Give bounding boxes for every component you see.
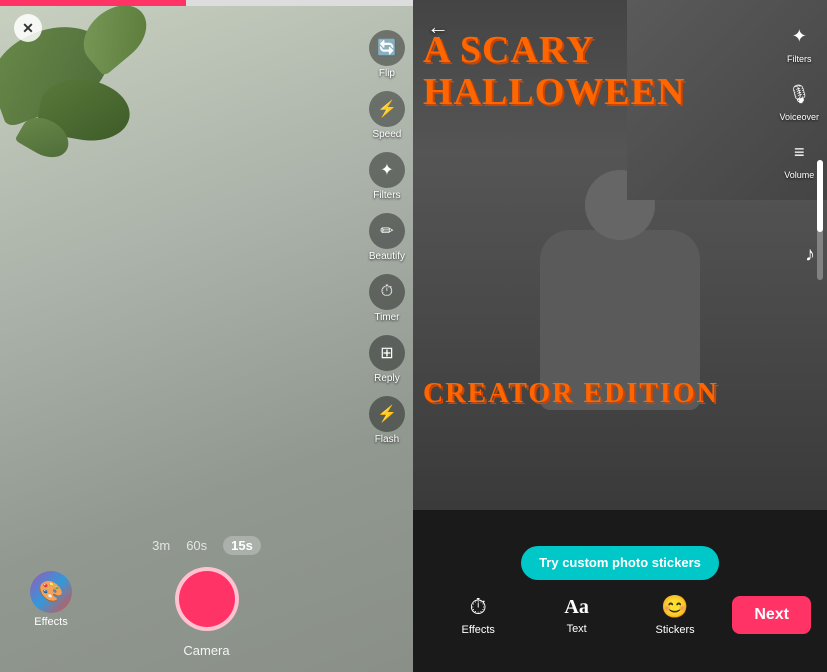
effects-label: Effects — [34, 616, 67, 628]
editor-panel: A SCARY HALLOWEEN CREATOR EDITION ← ✦ Fi… — [413, 0, 827, 672]
volume-label: Volume — [784, 170, 814, 180]
camera-toolbar: 🔄 Flip ⚡ Speed ✦ Filters ✏ Beautify ⏱ Ti… — [369, 30, 405, 445]
text-tool-label: Text — [567, 623, 587, 635]
sticker-banner[interactable]: Try custom photo stickers — [521, 546, 719, 580]
speed-label: Speed — [372, 129, 401, 140]
voiceover-label: Voiceover — [779, 112, 819, 122]
filters-button[interactable]: ✦ Filters — [369, 152, 405, 201]
camera-label: Camera — [183, 643, 229, 658]
filters-icon: ✦ — [369, 152, 405, 188]
sticker-banner-text: Try custom photo stickers — [539, 555, 701, 570]
effects-button[interactable]: 🎨 Effects — [30, 571, 72, 628]
next-button[interactable]: Next — [732, 596, 811, 634]
reply-icon: ⊞ — [369, 335, 405, 371]
speed-button[interactable]: ⚡ Speed — [369, 91, 405, 140]
duration-3m[interactable]: 3m — [152, 538, 170, 553]
effects-tool-label: Effects — [462, 624, 495, 636]
effects-tool-button[interactable]: ⏱ Effects — [429, 594, 527, 636]
speed-icon: ⚡ — [369, 91, 405, 127]
volume-button[interactable]: ≡ Volume — [783, 136, 815, 180]
text-tool-icon: Aa — [564, 596, 588, 619]
record-row: 🎨 Effects — [0, 567, 413, 631]
camera-panel: ✕ 🔄 Flip ⚡ Speed ✦ Filters ✏ Beautify ⏱ … — [0, 0, 413, 672]
editor-video-area: A SCARY HALLOWEEN CREATOR EDITION ← ✦ Fi… — [413, 0, 827, 510]
recording-progress-bar — [0, 0, 413, 6]
voiceover-icon: 🎙 — [783, 78, 815, 110]
editor-toolbar: ✦ Filters 🎙 Voiceover ≡ Volume — [779, 20, 819, 180]
duration-15s[interactable]: 15s — [223, 536, 261, 555]
timer-label: Timer — [374, 312, 399, 323]
timer-button[interactable]: ⏱ Timer — [369, 274, 405, 323]
timer-icon: ⏱ — [369, 274, 405, 310]
creator-edition-text: CREATOR EDITION — [423, 379, 777, 410]
reply-label: Reply — [374, 373, 400, 384]
camera-bottom-controls: 3m 60s 15s 🎨 Effects Camera — [0, 552, 413, 672]
editor-filters-label: Filters — [787, 54, 812, 64]
flash-icon: ⚡ — [369, 396, 405, 432]
beautify-button[interactable]: ✏ Beautify — [369, 213, 405, 262]
duration-60s[interactable]: 60s — [186, 538, 207, 553]
volume-icon: ≡ — [783, 136, 815, 168]
music-note-button[interactable]: ♪ — [805, 244, 815, 267]
effects-tool-icon: ⏱ — [470, 594, 487, 620]
creator-edition: CREATOR EDITION — [423, 379, 777, 410]
reply-button[interactable]: ⊞ Reply — [369, 335, 405, 384]
flash-label: Flash — [375, 434, 399, 445]
halloween-title: A SCARY HALLOWEEN — [423, 30, 777, 114]
beautify-icon: ✏ — [369, 213, 405, 249]
record-button[interactable] — [175, 567, 239, 631]
back-button[interactable]: ← — [427, 14, 449, 40]
title-line1: A SCARY — [423, 30, 777, 72]
flash-button[interactable]: ⚡ Flash — [369, 396, 405, 445]
flip-icon: 🔄 — [369, 30, 405, 66]
stickers-tool-button[interactable]: 😊 Stickers — [626, 594, 724, 636]
filters-label: Filters — [373, 190, 400, 201]
volume-indicator — [817, 160, 823, 280]
stickers-tool-icon: 😊 — [661, 594, 688, 620]
bottom-tools-row: ⏱ Effects Aa Text 😊 Stickers Next — [413, 594, 827, 636]
duration-controls: 3m 60s 15s — [152, 536, 261, 555]
editor-bottom-bar: Try custom photo stickers ⏱ Effects Aa T… — [413, 510, 827, 672]
voiceover-button[interactable]: 🎙 Voiceover — [779, 78, 819, 122]
text-tool-button[interactable]: Aa Text — [527, 596, 625, 635]
stickers-tool-label: Stickers — [656, 624, 695, 636]
effects-icon: 🎨 — [30, 571, 72, 613]
flip-button[interactable]: 🔄 Flip — [369, 30, 405, 79]
editor-filters-button[interactable]: ✦ Filters — [783, 20, 815, 64]
close-button[interactable]: ✕ — [14, 14, 42, 42]
flip-label: Flip — [379, 68, 395, 79]
editor-filters-icon: ✦ — [783, 20, 815, 52]
volume-fill — [817, 160, 823, 232]
beautify-label: Beautify — [369, 251, 405, 262]
title-line2: HALLOWEEN — [423, 72, 777, 114]
